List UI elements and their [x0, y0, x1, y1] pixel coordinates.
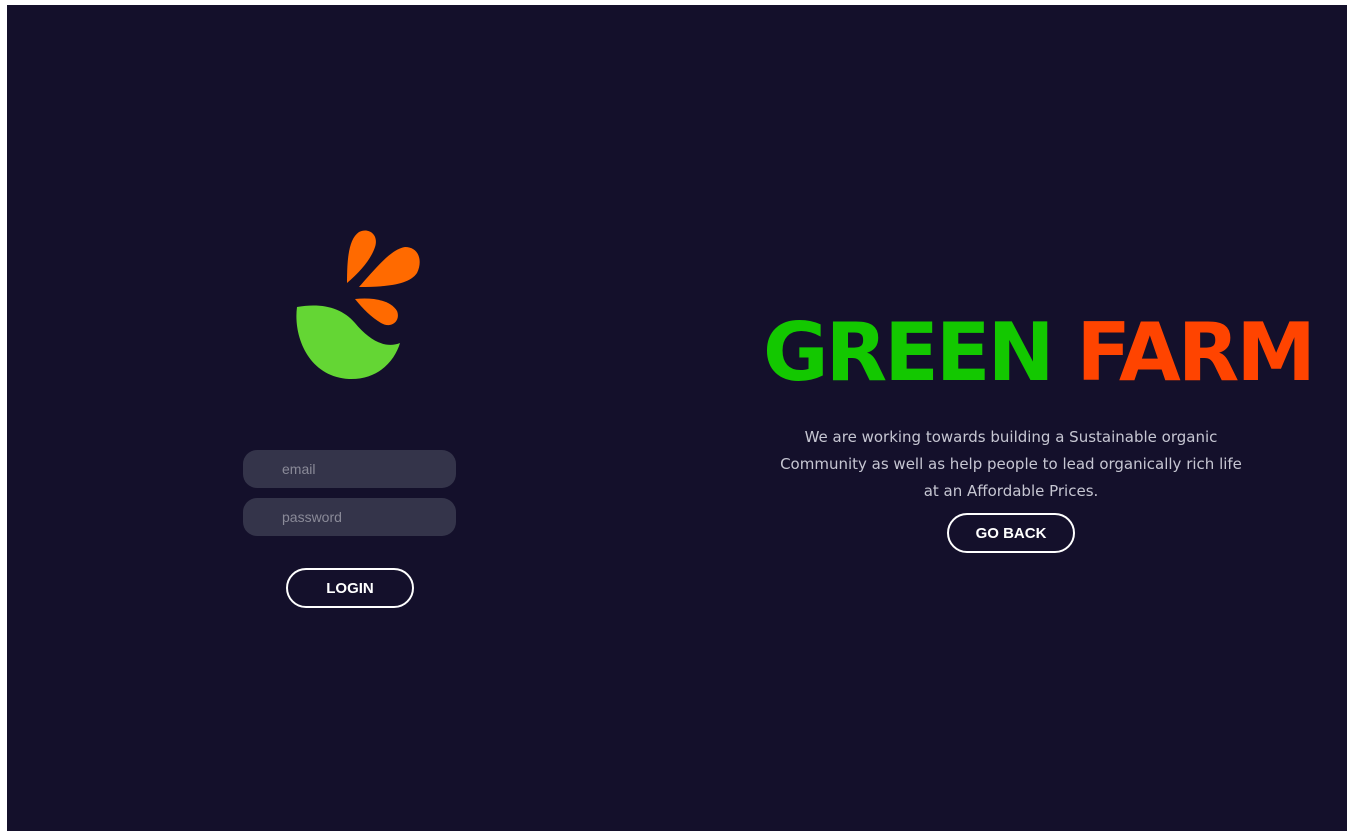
login-button[interactable]: LOGIN	[286, 568, 414, 608]
login-page: LOGIN GREEN FARM We are working towards …	[7, 5, 1347, 831]
brand-word-farm: FARM	[1076, 306, 1316, 399]
logo-petal-bottom	[355, 298, 398, 326]
tagline-line-3: at an Affordable Prices.	[923, 482, 1099, 500]
tagline-line-2: Community as well as help people to lead…	[780, 455, 1242, 473]
green-farm-logo-icon	[296, 230, 420, 380]
tagline-line-1: We are working towards building a Sustai…	[804, 428, 1218, 446]
password-field[interactable]	[243, 498, 456, 536]
brand-word-green: GREEN	[763, 306, 1055, 399]
go-back-button[interactable]: GO BACK	[947, 513, 1075, 553]
brand-title: GREEN FARM	[763, 303, 1316, 403]
brand-tagline: We are working towards building a Sustai…	[759, 424, 1263, 505]
email-field[interactable]	[243, 450, 456, 488]
